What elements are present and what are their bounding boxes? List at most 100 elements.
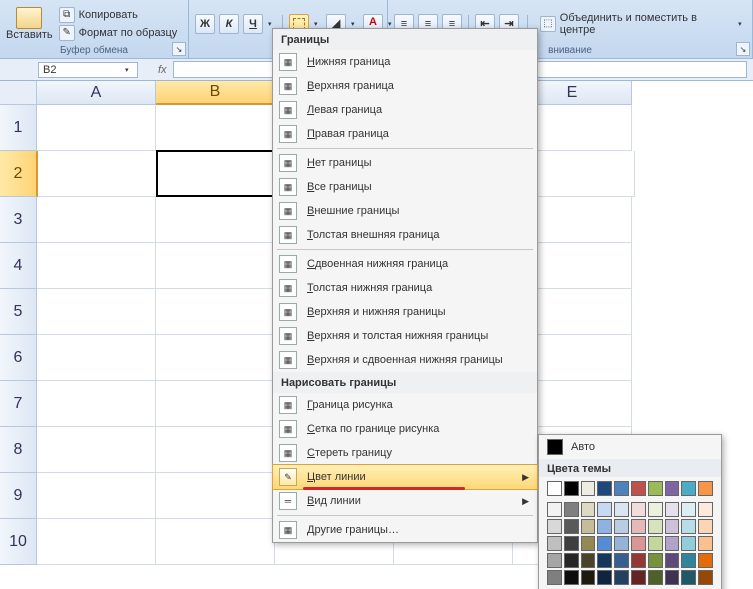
color-swatch[interactable] — [581, 519, 596, 534]
cell-B8[interactable] — [156, 427, 275, 473]
color-swatch[interactable] — [597, 570, 612, 585]
menu-item[interactable]: ▦Правая граница — [273, 122, 537, 146]
merge-dropdown[interactable]: ▾ — [738, 20, 746, 28]
color-swatch[interactable] — [648, 519, 663, 534]
color-swatch[interactable] — [547, 519, 562, 534]
color-swatch[interactable] — [597, 536, 612, 551]
menu-line-color[interactable]: ✎ Цвет линии ▶ — [272, 464, 538, 490]
cell-B5[interactable] — [156, 289, 275, 335]
cell-B4[interactable] — [156, 243, 275, 289]
color-swatch[interactable] — [631, 519, 646, 534]
cell-A4[interactable] — [37, 243, 156, 289]
menu-more-borders[interactable]: ▦ Другие границы… — [273, 518, 537, 542]
color-swatch[interactable] — [597, 481, 612, 496]
bold-button[interactable]: Ж — [195, 14, 215, 34]
cell-B6[interactable] — [156, 335, 275, 381]
row-header-4[interactable]: 4 — [0, 243, 37, 289]
color-swatch[interactable] — [648, 481, 663, 496]
row-header-10[interactable]: 10 — [0, 519, 37, 565]
color-swatch[interactable] — [698, 481, 713, 496]
cell-B9[interactable] — [156, 473, 275, 519]
color-swatch[interactable] — [581, 570, 596, 585]
menu-item[interactable]: ▦Граница рисунка — [273, 393, 537, 417]
color-swatch[interactable] — [547, 536, 562, 551]
color-swatch[interactable] — [681, 570, 696, 585]
color-swatch[interactable] — [631, 553, 646, 568]
cell-B3[interactable] — [156, 197, 275, 243]
color-swatch[interactable] — [581, 502, 596, 517]
cell-A10[interactable] — [37, 519, 156, 565]
color-swatch[interactable] — [665, 502, 680, 517]
cell-B2[interactable] — [156, 150, 278, 197]
underline-dropdown[interactable]: ▾ — [268, 20, 276, 28]
color-swatch[interactable] — [564, 519, 579, 534]
copy-button[interactable]: ⧉ Копировать — [59, 7, 178, 23]
menu-item[interactable]: ▦Стереть границу — [273, 441, 537, 465]
color-swatch[interactable] — [681, 553, 696, 568]
color-swatch[interactable] — [681, 481, 696, 496]
color-swatch[interactable] — [564, 481, 579, 496]
color-swatch[interactable] — [581, 553, 596, 568]
color-swatch[interactable] — [614, 519, 629, 534]
color-swatch[interactable] — [698, 536, 713, 551]
row-header-7[interactable]: 7 — [0, 381, 37, 427]
color-swatch[interactable] — [698, 502, 713, 517]
color-swatch[interactable] — [665, 481, 680, 496]
color-auto-option[interactable]: Авто — [539, 435, 721, 459]
color-swatch[interactable] — [614, 570, 629, 585]
color-swatch[interactable] — [614, 481, 629, 496]
color-swatch[interactable] — [698, 570, 713, 585]
name-box[interactable]: B2 ▾ — [38, 62, 138, 78]
color-swatch[interactable] — [597, 502, 612, 517]
color-swatch[interactable] — [698, 553, 713, 568]
merge-center-button[interactable]: ⬚ Объединить и поместить в центре ▾ — [536, 12, 746, 36]
borders-dropdown[interactable]: ▾ — [314, 20, 322, 28]
color-swatch[interactable] — [665, 519, 680, 534]
fx-icon[interactable]: fx — [158, 64, 167, 76]
color-swatch[interactable] — [581, 536, 596, 551]
row-header-2[interactable]: 2 — [0, 151, 38, 197]
color-swatch[interactable] — [597, 553, 612, 568]
menu-item[interactable]: ▦Толстая внешняя граница — [273, 223, 537, 247]
cell-A2[interactable] — [38, 151, 157, 197]
color-swatch[interactable] — [547, 502, 562, 517]
menu-item[interactable]: ▦Верхняя и толстая нижняя границы — [273, 324, 537, 348]
cell-A3[interactable] — [37, 197, 156, 243]
color-swatch[interactable] — [631, 570, 646, 585]
menu-item[interactable]: ▦Нет границы — [273, 151, 537, 175]
clipboard-dialog-launcher[interactable]: ↘ — [172, 42, 186, 56]
color-swatch[interactable] — [665, 536, 680, 551]
color-swatch[interactable] — [614, 536, 629, 551]
menu-item[interactable]: ▦Сетка по границе рисунка — [273, 417, 537, 441]
color-swatch[interactable] — [681, 502, 696, 517]
select-all-corner[interactable] — [0, 81, 37, 105]
color-swatch[interactable] — [564, 553, 579, 568]
cell-A5[interactable] — [37, 289, 156, 335]
color-swatch[interactable] — [547, 481, 562, 496]
color-swatch[interactable] — [547, 553, 562, 568]
col-header-B[interactable]: B — [156, 81, 275, 105]
cell-B7[interactable] — [156, 381, 275, 427]
row-header-3[interactable]: 3 — [0, 197, 37, 243]
menu-item[interactable]: ▦Сдвоенная нижняя граница — [273, 252, 537, 276]
menu-item[interactable]: ▦Толстая нижняя граница — [273, 276, 537, 300]
cell-A6[interactable] — [37, 335, 156, 381]
cell-A8[interactable] — [37, 427, 156, 473]
italic-button[interactable]: К — [219, 14, 239, 34]
color-swatch[interactable] — [564, 570, 579, 585]
color-swatch[interactable] — [648, 502, 663, 517]
color-swatch[interactable] — [581, 481, 596, 496]
menu-item[interactable]: ▦Все границы — [273, 175, 537, 199]
color-swatch[interactable] — [648, 536, 663, 551]
menu-item[interactable]: ▦Нижняя граница — [273, 50, 537, 74]
row-header-1[interactable]: 1 — [0, 105, 37, 151]
menu-item[interactable]: ▦Левая граница — [273, 98, 537, 122]
menu-line-style[interactable]: ═ Вид линии ▶ — [273, 489, 537, 513]
color-swatch[interactable] — [648, 570, 663, 585]
paste-button[interactable]: Вставить — [6, 7, 53, 41]
alignment-dialog-launcher[interactable]: ↘ — [736, 42, 750, 56]
menu-item[interactable]: ▦Верхняя и сдвоенная нижняя границы — [273, 348, 537, 372]
row-header-9[interactable]: 9 — [0, 473, 37, 519]
cell-A1[interactable] — [37, 105, 156, 151]
color-swatch[interactable] — [614, 553, 629, 568]
